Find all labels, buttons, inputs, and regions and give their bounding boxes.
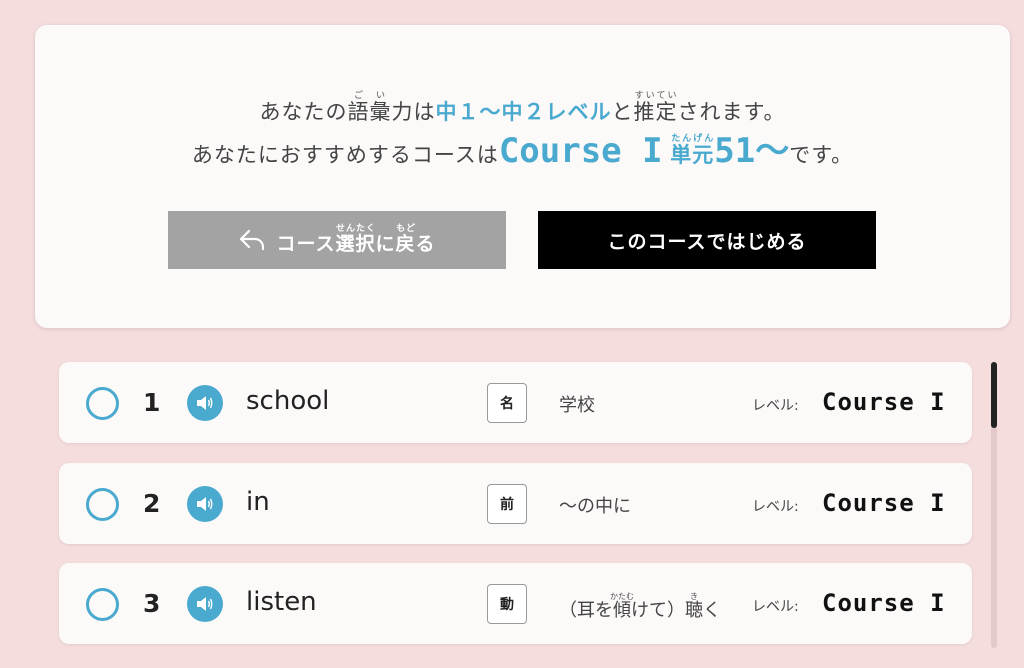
recommended-course: Course I: [498, 131, 663, 171]
word-meaning: （耳を傾かたむけて）聴きく: [559, 592, 721, 621]
word-number: 2: [143, 489, 161, 518]
message-text: あなたの: [259, 100, 348, 124]
english-word: school: [246, 386, 330, 416]
word-level: Course I: [822, 489, 946, 517]
circle-outline-icon[interactable]: [86, 488, 119, 521]
circle-outline-icon[interactable]: [86, 588, 119, 621]
speaker-icon[interactable]: [187, 486, 223, 522]
scrollbar-thumb[interactable]: [991, 362, 997, 428]
word-row: 2 in 前 〜の中に レベル: Course I: [59, 463, 972, 544]
unit-ruby: 単元たんげん: [670, 134, 715, 167]
estimated-level: 中１〜中２レベル: [435, 100, 612, 124]
message-text: 力は: [391, 100, 436, 124]
ruby-word: 語ご: [347, 91, 370, 124]
part-of-speech-badge: 名: [487, 383, 527, 423]
english-word: in: [246, 487, 270, 517]
recommended-unit: 51〜: [714, 131, 790, 171]
level-label: レベル:: [752, 398, 799, 414]
message-text: と: [611, 100, 634, 124]
ruby-word: 推定すいてい: [633, 91, 678, 124]
message-text: です。: [789, 143, 854, 167]
word-number: 1: [143, 388, 161, 417]
message-text: されます。: [677, 100, 786, 124]
circle-outline-icon[interactable]: [86, 387, 119, 420]
back-button-label: コース選択せんたくに戻もどる: [276, 224, 436, 255]
message-text: あなたにおすすめするコースは: [191, 143, 499, 167]
start-course-button[interactable]: このコースではじめる: [538, 211, 876, 269]
word-level: Course I: [822, 589, 946, 617]
speaker-icon[interactable]: [187, 586, 223, 622]
level-label: レベル:: [752, 599, 799, 615]
ruby-word: 彙い: [369, 91, 392, 124]
start-button-label: このコースではじめる: [607, 230, 807, 253]
reply-arrow-icon: [240, 229, 265, 251]
recommended-course-message: あなたにおすすめするコースはCourse I 単元たんげん 51〜です。: [35, 123, 1010, 172]
word-number: 3: [143, 589, 161, 618]
vocabulary-level-message: あなたの語ご彙い力は中１〜中２レベルと推定すいていされます。: [35, 91, 1010, 126]
word-meaning: 〜の中に: [559, 496, 631, 517]
level-label: レベル:: [752, 499, 799, 515]
word-row: 1 school 名 学校 レベル: Course I: [59, 362, 972, 443]
back-to-course-select-button[interactable]: コース選択せんたくに戻もどる: [168, 211, 506, 269]
scrollbar[interactable]: [991, 362, 997, 648]
part-of-speech-badge: 動: [487, 584, 527, 624]
speaker-icon[interactable]: [187, 385, 223, 421]
word-level: Course I: [822, 388, 946, 416]
result-card: あなたの語ご彙い力は中１〜中２レベルと推定すいていされます。 あなたにおすすめす…: [35, 25, 1010, 328]
part-of-speech-badge: 前: [487, 484, 527, 524]
word-row: 3 listen 動 （耳を傾かたむけて）聴きく レベル: Course I: [59, 563, 972, 644]
word-meaning: 学校: [559, 395, 595, 416]
english-word: listen: [246, 587, 317, 617]
